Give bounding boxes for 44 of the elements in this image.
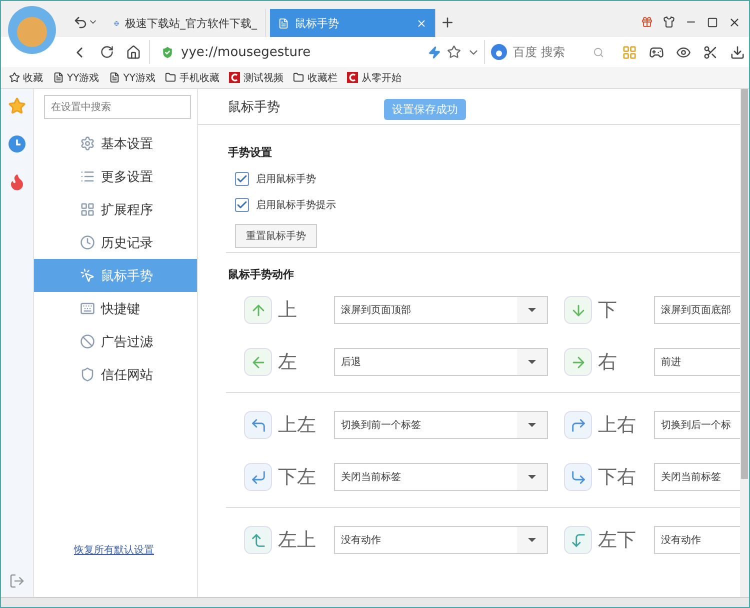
action-select[interactable]: 关闭当前标签 [334, 463, 548, 491]
bookmark-link[interactable]: YY游戏 [109, 70, 156, 84]
bookmark-link[interactable]: 从零开始 [347, 70, 402, 84]
reset-button[interactable]: 重置鼠标手势 [235, 224, 317, 248]
action-select[interactable]: 切换到前一个标签 [334, 411, 548, 439]
restore-defaults-link[interactable]: 恢复所有默认设置 [74, 543, 197, 557]
gesture-label: 下左 [277, 465, 317, 490]
section-heading: 鼠标手势动作 [228, 267, 295, 282]
bookmark-link[interactable]: 测试视频 [229, 70, 284, 84]
bookmark-link[interactable]: 手机收藏 [165, 70, 220, 84]
gesture-label: 左上 [277, 528, 317, 553]
action-select[interactable]: 后退 [334, 348, 548, 376]
action-select[interactable]: 没有动作 [334, 526, 548, 554]
bookmark-link[interactable]: 收藏 [9, 70, 43, 84]
nav-item[interactable]: 扩展程序 [34, 193, 197, 226]
nav-item[interactable]: 快捷键 [34, 292, 197, 325]
gesture-label: 下 [597, 298, 618, 323]
nav-item[interactable]: 信任网站 [34, 358, 197, 391]
gesture-label: 上右 [597, 413, 637, 438]
action-select[interactable]: 没有动作 [654, 526, 740, 554]
section-heading: 手势设置 [228, 145, 273, 160]
bookmark-link[interactable]: YY游戏 [53, 70, 100, 84]
nav-item[interactable]: 更多设置 [34, 160, 197, 193]
gesture-label: 左 [277, 350, 298, 375]
nav-item[interactable]: 历史记录 [34, 226, 197, 259]
gesture-label: 左下 [597, 528, 637, 553]
gesture-label: 下右 [597, 465, 637, 490]
gesture-label: 右 [597, 350, 618, 375]
action-select[interactable]: 切换到后一个标 [654, 411, 740, 439]
bookmark-link[interactable]: 收藏栏 [293, 70, 338, 84]
action-select[interactable]: 关闭当前标签 [654, 463, 740, 491]
nav-item[interactable]: 基本设置 [34, 127, 197, 160]
action-select[interactable]: 滚屏到页面底部 [654, 296, 740, 324]
address-field[interactable]: yye://mousegesture [181, 44, 422, 60]
checkbox-label: 启用鼠标手势 [256, 172, 316, 186]
settings-search-field[interactable]: 在设置中搜索 [44, 95, 191, 119]
action-select[interactable]: 前进 [654, 348, 740, 376]
gesture-label: 上 [277, 298, 298, 323]
saved-toast: 设置保存成功 [384, 99, 466, 120]
page-title: 鼠标手势 [228, 98, 280, 116]
gesture-label: 上左 [277, 413, 317, 438]
checkbox-label: 启用鼠标手势提示 [256, 198, 336, 212]
nav-item[interactable]: 广告过滤 [34, 325, 197, 358]
action-select[interactable]: 滚屏到页面顶部 [334, 296, 548, 324]
